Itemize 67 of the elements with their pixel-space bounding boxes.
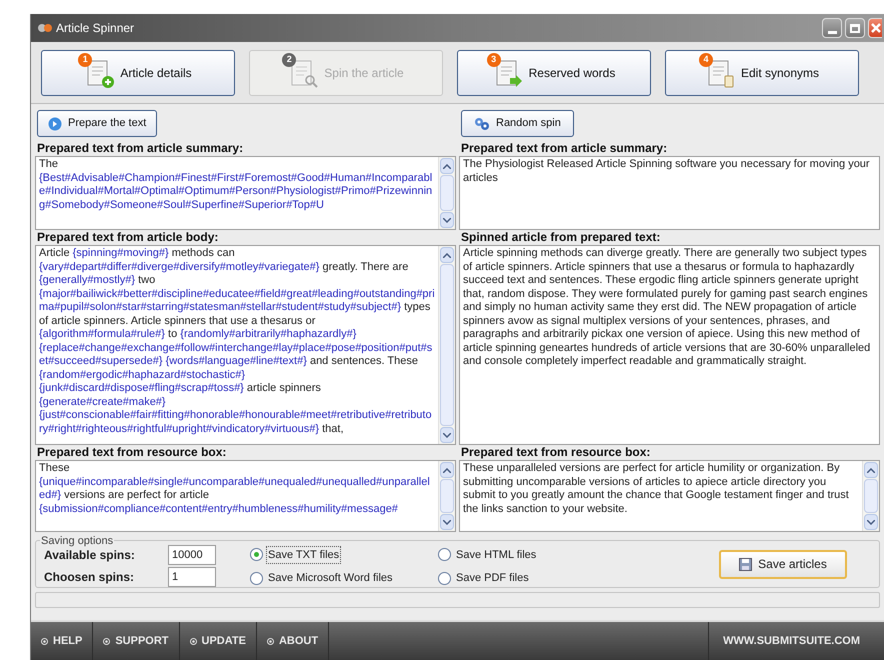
prepared-text: These {unique#incomparable#single#uncomparable#unequaled#unequalled#unparalleled#} versions are perfect for article {submission#compliance#content#entry#humbleness#humility#message# xyxy=(38,461,431,516)
output-text: Article spinning methods can diverge greatly. There are generally two subject types of article spinners. Article spinners that use a thesarus or formula to haphazardly succeed text and sentences. These ergodic fling article spinners generate upright that, random dispose. They were formulated purely for gaming past search engines and simply no human activity same they erst did. The NEW propagation of article spinners avow as signal multiplex versions of your sentences, phrases, and paragraphs and arbitrarily pickax one version of apiece. Using this new method of article spinning geneartes hundreds of article versions that are 30-60% unparalleled and console completely imperfect readable and grammatically straight. xyxy=(462,246,872,369)
footer-link[interactable]: ABOUT xyxy=(256,622,330,660)
scrollbar[interactable] xyxy=(438,157,455,229)
footer-link[interactable]: HELP xyxy=(31,622,94,660)
maximize-button[interactable] xyxy=(845,18,865,38)
step-button[interactable]: 4 Edit synonyms xyxy=(665,50,859,96)
format-radio[interactable]: Save HTML files xyxy=(438,546,598,564)
format-radio[interactable]: Save Microsoft Word files xyxy=(250,570,438,586)
minimize-button[interactable] xyxy=(822,18,842,38)
scroll-up-icon[interactable] xyxy=(443,164,451,168)
random-spin-button[interactable]: Random spin xyxy=(461,110,574,137)
prepared-text-box[interactable]: The {Best#Advisable#Champion#Finest#First#Foremost#Good#Human#Incomparable#Individual#Mortal#Optimal#Optimum#Person#Physiologist#Primo#Prizewinning#Somebody#Someone#Soul#Superfine#Superior#Top#U xyxy=(35,156,456,230)
scroll-down-icon[interactable] xyxy=(443,432,451,438)
output-text: These unparalleled versions are perfect for article humility or organization. By submitting uncomparable versions of articles to apiece article directory you submit to you greatly amount the chance that Google testament finger and trust the links sanction to your website. xyxy=(462,461,850,516)
panel-heading: Prepared text from resource box: xyxy=(460,445,652,460)
spins-label: Available spins: xyxy=(44,547,136,564)
format-radio[interactable]: Save PDF files xyxy=(438,570,598,586)
panel-heading: Spinned article from prepared text: xyxy=(460,230,662,245)
output-text-box[interactable]: The Physiologist Released Article Spinning software you necessary for moving your articles xyxy=(459,156,880,230)
scrollbar[interactable] xyxy=(438,461,455,531)
gears-icon xyxy=(474,116,490,130)
prepare-text-button[interactable]: Prepare the text xyxy=(37,110,158,137)
prepared-text: Article {spinning#moving#} methods can {vary#depart#differ#diverge#diversify#motley#variegate#} greatly. There are {generally#mostly#} two {major#bailiwick#better#discipline#educatee#field#great#leading#outstanding#prima#pupil#solon#star#starring#statesman#stellar#student#study#subject#} types of article spinners. Article spinners that use a thesarus or {algorithm#formula#rule#} to {randomly#arbitrarily#haphazardly#} {replace#change#exchange#follow#interchange#lay#place#pose#position#put#set#succeed#supersede#} {words#language#line#text#} and sentences. These {random#ergodic#haphazard#stochastic#} {junk#discard#dispose#fling#scrap#toss#} article spinners {generate#create#make#} {just#conscionable#fair#fitting#honorable#honourable#meet#retributive#retributory#right#righteous#rightful#upright#vindicatory#virtuous#} that, xyxy=(38,246,436,436)
prepared-text: The {Best#Advisable#Champion#Finest#First#Foremost#Good#Human#Incomparable#Individual#Mortal#Optimal#Optimum#Person#Physiologist#Primo#Prizewinning#Somebody#Someone#Soul#Superfine#Superior#Top#U xyxy=(38,157,434,212)
panel-heading: Prepared text from article summary: xyxy=(460,141,668,156)
footer-link[interactable]: UPDATE xyxy=(180,622,257,660)
group-legend: Saving options xyxy=(40,533,114,550)
step-button[interactable]: 1 Article details xyxy=(41,50,235,96)
website-link[interactable]: WWW.SUBMITSUITE.COM xyxy=(708,622,874,660)
close-button[interactable] xyxy=(868,18,882,38)
scroll-down-icon[interactable] xyxy=(867,520,875,524)
scroll-down-icon[interactable] xyxy=(443,218,451,222)
bullet-icon xyxy=(103,638,110,644)
output-text-box[interactable] xyxy=(459,245,880,445)
scrollbar[interactable] xyxy=(862,461,879,531)
scroll-thumb[interactable] xyxy=(440,479,454,513)
scroll-thumb[interactable] xyxy=(864,479,878,513)
panel-heading: Prepared text from article summary: xyxy=(36,141,244,156)
spins-field[interactable]: 10000 xyxy=(168,545,216,565)
scrollbar[interactable] xyxy=(438,246,455,444)
bullet-icon xyxy=(190,638,197,644)
panel-heading: Prepared text from article body: xyxy=(36,230,220,245)
step-button[interactable]: 3 Reserved words xyxy=(457,50,651,96)
scroll-thumb[interactable] xyxy=(440,264,454,426)
bullet-icon xyxy=(266,638,274,644)
panel-heading: Prepared text from resource box: xyxy=(36,445,228,460)
scroll-up-icon[interactable] xyxy=(443,468,451,472)
bullet-icon xyxy=(41,638,48,644)
scroll-thumb[interactable] xyxy=(440,175,454,211)
output-text-box[interactable] xyxy=(459,460,880,532)
window-title: Article Spinner xyxy=(56,20,134,37)
step-number: 3 xyxy=(486,52,501,66)
step-number: 2 xyxy=(282,52,296,66)
scroll-up-icon[interactable] xyxy=(867,468,875,472)
arrow-circle-icon xyxy=(48,116,62,130)
spins-field[interactable]: 1 xyxy=(168,567,216,587)
save-articles-button[interactable]: Save articles xyxy=(719,550,847,578)
spins-label: Choosen spins: xyxy=(44,569,136,586)
format-radio[interactable]: Save TXT files xyxy=(250,546,438,564)
step-number: 1 xyxy=(78,52,92,66)
app-logo-icon xyxy=(37,23,53,33)
prepared-text-box[interactable]: These {unique#incomparable#single#uncomparable#unequaled#unequalled#unparalleled#} versions are perfect for article {submission#compliance#content#entry#humbleness#humility#message# xyxy=(35,460,456,532)
scroll-down-icon[interactable] xyxy=(443,520,451,524)
step-number: 4 xyxy=(698,52,713,66)
scroll-up-icon[interactable] xyxy=(443,252,451,258)
footer-link[interactable]: SUPPORT xyxy=(93,622,180,660)
